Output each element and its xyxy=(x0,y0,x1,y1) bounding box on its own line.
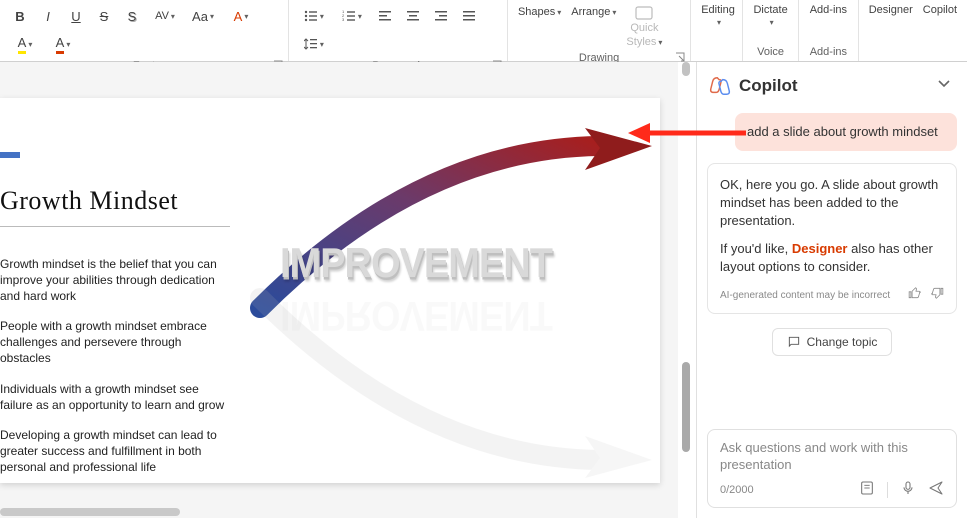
slide[interactable]: Growth Mindset Growth mindset is the bel… xyxy=(0,98,660,483)
ai-disclaimer: AI-generated content may be incorrect xyxy=(720,289,890,303)
addins-button[interactable]: Add-ins xyxy=(806,2,851,18)
clear-formatting-button[interactable]: A▾ xyxy=(224,4,258,28)
slide-bullet: Individuals with a growth mindset see fa… xyxy=(0,381,232,413)
ai-disclaimer-row: AI-generated content may be incorrect xyxy=(720,286,944,305)
compose-input[interactable]: Ask questions and work with this present… xyxy=(720,440,944,474)
copilot-pane-header: Copilot xyxy=(697,62,967,107)
highlight-color-button[interactable]: A▾ xyxy=(8,32,42,56)
shapes-button[interactable]: Shapes▾ xyxy=(514,4,565,20)
assistant-message: OK, here you go. A slide about growth mi… xyxy=(707,163,957,315)
slide-bullet: Developing a growth mindset can lead to … xyxy=(0,427,232,476)
annotation-arrow xyxy=(628,120,748,146)
graphic-word: IMPROVEMENT xyxy=(280,240,552,287)
change-case-button[interactable]: Aa▾ xyxy=(186,4,220,28)
user-message: add a slide about growth mindset xyxy=(735,113,957,151)
align-center-button[interactable] xyxy=(401,4,425,28)
dictate-button[interactable]: Dictate▾ xyxy=(749,2,791,29)
assistant-text: OK, here you go. A slide about growth mi… xyxy=(720,176,944,231)
underline-button[interactable]: U xyxy=(64,4,88,28)
text-shadow-button[interactable]: S xyxy=(120,4,144,28)
slide-graphic[interactable]: IMPROVEMENT IMPROVEMENT xyxy=(270,108,660,468)
line-spacing-button[interactable]: ▾ xyxy=(297,32,331,56)
chat-thread: add a slide about growth mindset OK, her… xyxy=(697,107,967,429)
change-topic-button[interactable]: Change topic xyxy=(772,328,893,356)
ribbon-group-editing: Editing▾ xyxy=(691,0,743,61)
slide-body[interactable]: Growth mindset is the belief that you ca… xyxy=(0,256,232,483)
align-right-button[interactable] xyxy=(429,4,453,28)
addins-group-label: Add-ins xyxy=(799,46,858,61)
scroll-arrow-up[interactable] xyxy=(682,62,690,76)
thumbs-up-button[interactable] xyxy=(908,286,922,305)
ribbon-group-designer: Designer Copilot xyxy=(859,0,967,61)
send-button[interactable] xyxy=(928,480,944,499)
mic-button[interactable] xyxy=(900,480,916,499)
ribbon-group-voice: Dictate▾ Voice xyxy=(743,0,799,61)
svg-text:3: 3 xyxy=(342,17,345,22)
quick-styles-icon xyxy=(635,6,653,20)
bullets-button[interactable]: ▾ xyxy=(297,4,331,28)
slide-accent-bar xyxy=(0,152,20,158)
copilot-pane-title: Copilot xyxy=(739,76,925,96)
prompt-guide-button[interactable] xyxy=(859,480,875,499)
ribbon-group-addins: Add-ins Add-ins xyxy=(799,0,859,61)
char-counter: 0/2000 xyxy=(720,484,754,496)
slide-bullet: Growth mindset is the belief that you ca… xyxy=(0,256,232,305)
thumbs-down-button[interactable] xyxy=(930,286,944,305)
voice-group-label: Voice xyxy=(743,46,798,61)
growth-arrow-reflection xyxy=(240,288,660,483)
editing-group-label xyxy=(691,58,742,61)
numbering-button[interactable]: 123▾ xyxy=(335,4,369,28)
hscroll-thumb[interactable] xyxy=(0,508,180,516)
assistant-text: If you'd like, Designer also has other l… xyxy=(720,240,944,276)
slide-title-rule xyxy=(0,226,230,227)
slide-title[interactable]: Growth Mindset xyxy=(0,186,178,216)
ribbon-group-paragraph: ▾ 123▾ ▾ Paragraph xyxy=(289,0,508,61)
ribbon-group-drawing: Shapes▾ Arrange▾ Quick Styles▾ Drawing xyxy=(508,0,691,61)
compose-box[interactable]: Ask questions and work with this present… xyxy=(707,429,957,508)
align-left-button[interactable] xyxy=(373,4,397,28)
scroll-thumb[interactable] xyxy=(682,362,690,452)
chat-icon xyxy=(787,335,801,349)
horizontal-scrollbar[interactable] xyxy=(0,506,678,518)
arrange-button[interactable]: Arrange▾ xyxy=(567,4,620,20)
strikethrough-button[interactable]: S xyxy=(92,4,116,28)
copilot-ribbon-button[interactable]: Copilot xyxy=(919,2,961,18)
font-color-button[interactable]: A▾ xyxy=(46,32,80,56)
editing-button[interactable]: Editing▾ xyxy=(697,2,739,29)
designer-button[interactable]: Designer xyxy=(865,2,917,18)
slide-stage: Growth Mindset Growth mindset is the bel… xyxy=(0,62,678,518)
compose-footer: 0/2000 xyxy=(720,480,944,499)
italic-button[interactable]: I xyxy=(36,4,60,28)
pane-collapse-button[interactable] xyxy=(933,72,955,99)
bold-button[interactable]: B xyxy=(8,4,32,28)
align-justify-button[interactable] xyxy=(457,4,481,28)
ribbon: B I U S S AV▾ Aa▾ A▾ A▾ A▾ Font ▾ 123▾ ▾ xyxy=(0,0,967,62)
separator xyxy=(887,482,888,498)
char-spacing-button[interactable]: AV▾ xyxy=(148,4,182,28)
copilot-logo-icon xyxy=(709,75,731,97)
quick-styles-button[interactable]: Quick Styles▾ xyxy=(622,4,666,50)
ribbon-group-font: B I U S S AV▾ Aa▾ A▾ A▾ A▾ Font xyxy=(0,0,289,61)
designer-link[interactable]: Designer xyxy=(792,241,848,256)
slide-bullet: People with a growth mindset embrace cha… xyxy=(0,318,232,367)
